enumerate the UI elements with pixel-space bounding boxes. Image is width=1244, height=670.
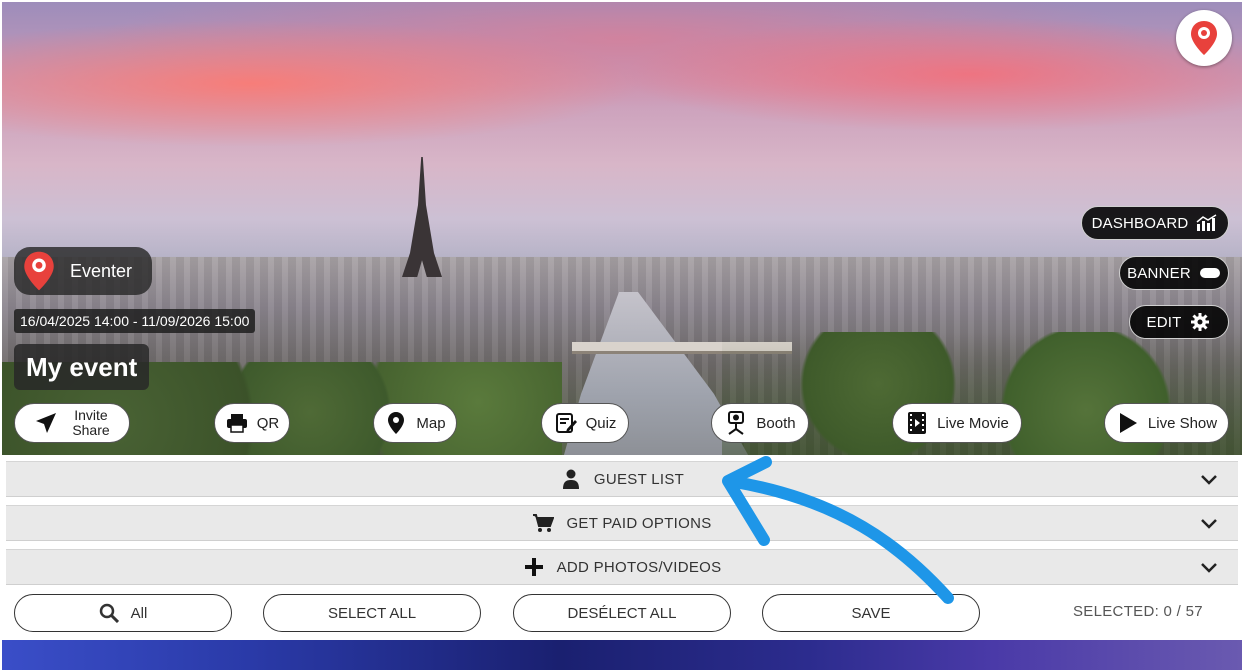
invite-share-button[interactable]: Invite Share (14, 403, 130, 443)
filter-all-button[interactable]: All (14, 594, 232, 632)
qr-label: QR (256, 414, 280, 432)
organizer-badge[interactable]: Eventer (14, 247, 152, 295)
guest-list-section[interactable]: GUEST LIST (6, 461, 1238, 497)
event-dates: 16/04/2025 14:00 - 11/09/2026 15:00 (14, 309, 256, 333)
app-logo[interactable] (1176, 10, 1232, 66)
share-label: Share (72, 422, 110, 438)
media-preview-strip (2, 640, 1242, 670)
camera-booth-icon (724, 411, 748, 435)
eiffel-tower (402, 157, 442, 277)
guest-list-label: GUEST LIST (593, 470, 685, 488)
booth-button[interactable]: Booth (711, 403, 809, 443)
event-banner (2, 2, 1242, 455)
map-pin-icon (384, 411, 408, 435)
gear-icon (1189, 312, 1211, 332)
map-label: Map (416, 414, 446, 432)
selected-count: SELECTED: 0 / 57 (1073, 603, 1203, 620)
live-show-label: Live Show (1147, 414, 1218, 432)
location-pin-icon (24, 251, 54, 291)
cart-icon (532, 512, 555, 534)
search-icon (99, 603, 119, 623)
qr-button[interactable]: QR (214, 403, 290, 443)
quiz-icon (554, 411, 578, 435)
banner-label: BANNER (1127, 264, 1191, 282)
select-all-button[interactable]: SELECT ALL (263, 594, 481, 632)
invite-label: Invite (74, 407, 108, 423)
live-movie-button[interactable]: Live Movie (892, 403, 1022, 443)
film-icon (905, 411, 929, 435)
toggle-icon (1199, 263, 1221, 283)
quiz-button[interactable]: Quiz (541, 403, 629, 443)
live-movie-label: Live Movie (937, 414, 1009, 432)
user-icon (560, 468, 582, 490)
live-show-button[interactable]: Live Show (1104, 403, 1229, 443)
deselect-all-label: DESÉLECT ALL (567, 604, 677, 622)
organizer-name: Eventer (70, 260, 133, 281)
plus-icon (523, 556, 545, 578)
get-paid-section[interactable]: GET PAID OPTIONS (6, 505, 1238, 541)
get-paid-label: GET PAID OPTIONS (566, 514, 712, 532)
add-media-section[interactable]: ADD PHOTOS/VIDEOS (6, 549, 1238, 585)
dashboard-label: DASHBOARD (1091, 214, 1189, 232)
select-all-label: SELECT ALL (327, 604, 417, 622)
add-media-label: ADD PHOTOS/VIDEOS (556, 558, 722, 576)
map-button[interactable]: Map (373, 403, 457, 443)
event-title: My event (14, 344, 150, 390)
quiz-label: Quiz (585, 414, 617, 432)
edit-button[interactable]: EDIT (1129, 305, 1229, 339)
chevron-down-icon (1201, 475, 1217, 485)
deselect-all-button[interactable]: DESÉLECT ALL (513, 594, 731, 632)
bar-chart-icon (1196, 213, 1218, 233)
booth-label: Booth (756, 414, 796, 432)
chevron-down-icon (1201, 519, 1217, 529)
edit-label: EDIT (1146, 313, 1182, 331)
play-icon (1116, 411, 1140, 435)
save-label: SAVE (851, 604, 891, 622)
save-button[interactable]: SAVE (762, 594, 980, 632)
chevron-down-icon (1201, 563, 1217, 573)
send-icon (34, 411, 58, 435)
printer-icon (225, 411, 249, 435)
banner-button[interactable]: BANNER (1119, 256, 1229, 290)
filter-label: All (130, 604, 148, 622)
dashboard-button[interactable]: DASHBOARD (1081, 206, 1229, 240)
location-pin-icon (1191, 21, 1217, 55)
